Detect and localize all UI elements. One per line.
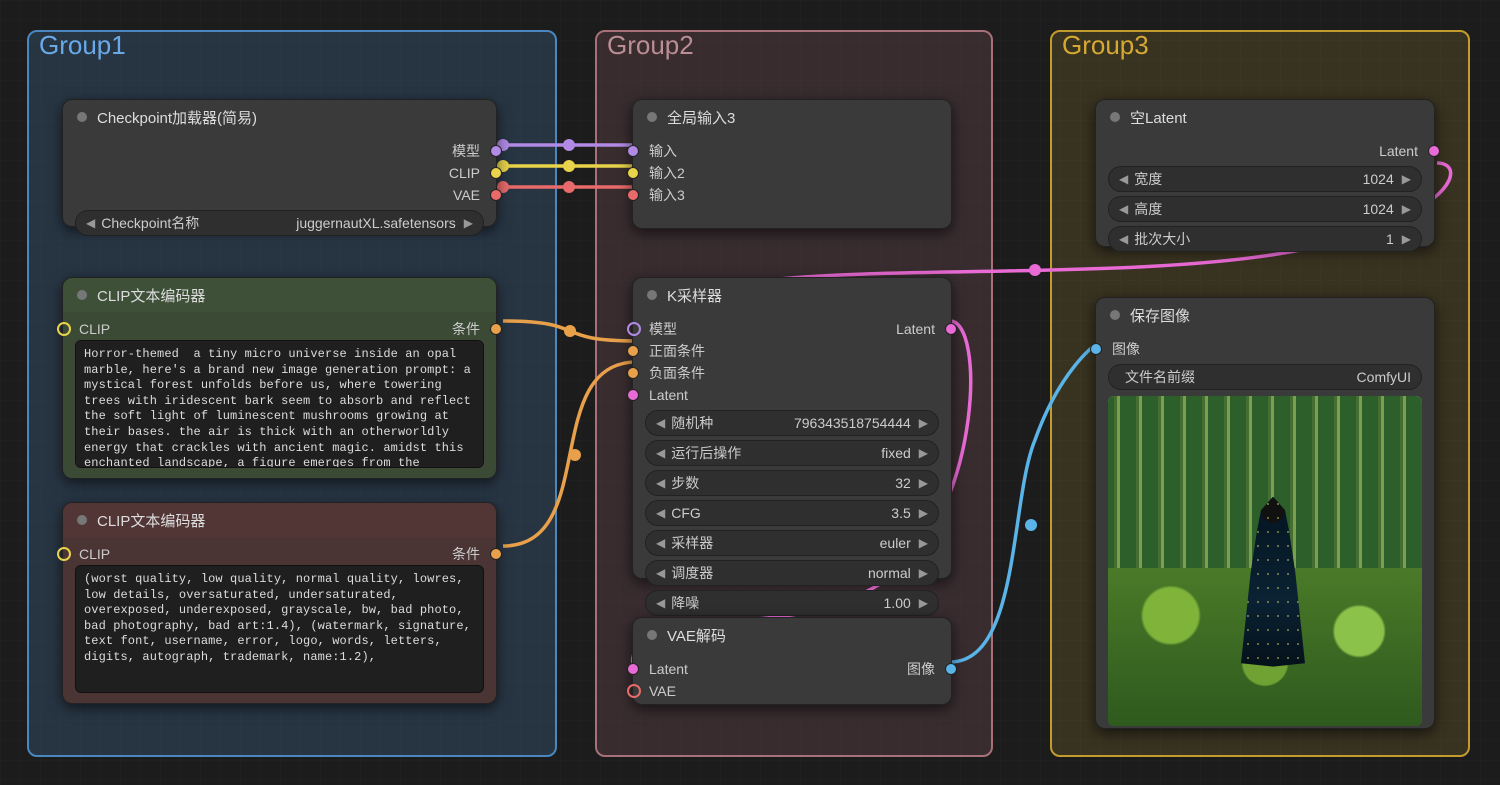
negative-prompt-textarea[interactable] [75,565,484,693]
node-header[interactable]: K采样器 [633,278,951,312]
node-header[interactable]: 全局输入3 [633,100,951,134]
input-latent[interactable]: Latent [645,658,688,680]
input-positive[interactable]: 正面条件 [645,340,939,362]
cfg-widget[interactable]: ◀CFG3.5▶ [645,500,939,526]
width-widget[interactable]: ◀宽度1024▶ [1108,166,1422,192]
output-model[interactable]: 模型 [75,140,484,162]
collapse-icon[interactable] [77,515,87,525]
input-image[interactable]: 图像 [1108,338,1422,360]
node-title: Checkpoint加载器(简易) [97,107,257,128]
input-latent[interactable]: Latent [645,384,939,406]
checkpoint-loader-node[interactable]: Checkpoint加载器(简易) 模型 CLIP VAE ◀ Checkpoi… [62,99,497,227]
output-latent[interactable]: Latent [896,318,939,340]
vae-decode-node[interactable]: VAE解码 Latent 图像 VAE [632,617,952,705]
node-graph-canvas[interactable]: Group1 Group2 Group3 Checkpoint加载器(简易 [0,0,1500,785]
node-title: CLIP文本编码器 [97,510,205,531]
node-header[interactable]: CLIP文本编码器 [63,503,496,537]
height-widget[interactable]: ◀高度1024▶ [1108,196,1422,222]
input-3[interactable]: 输入3 [645,184,939,206]
input-2[interactable]: 输入2 [645,162,939,184]
sampler-widget[interactable]: ◀采样器euler▶ [645,530,939,556]
positive-prompt-textarea[interactable] [75,340,484,468]
node-header[interactable]: Checkpoint加载器(简易) [63,100,496,134]
after-generate-widget[interactable]: ◀运行后操作fixed▶ [645,440,939,466]
denoise-widget[interactable]: ◀降噪1.00▶ [645,590,939,616]
ksampler-node[interactable]: K采样器 模型 Latent 正面条件 负面条件 [632,277,952,579]
node-header[interactable]: 保存图像 [1096,298,1434,332]
node-header[interactable]: CLIP文本编码器 [63,278,496,312]
node-header[interactable]: 空Latent [1096,100,1434,134]
clip-text-encode-positive-node[interactable]: CLIP文本编码器 CLIP 条件 [62,277,497,479]
output-latent[interactable]: Latent [1108,140,1422,162]
output-vae[interactable]: VAE [75,184,484,206]
global-input-node[interactable]: 全局输入3 输入 输入2 输入3 [632,99,952,229]
node-title: 全局输入3 [667,107,735,128]
checkpoint-name-widget[interactable]: ◀ Checkpoint名称 juggernautXL.safetensors … [75,210,484,236]
batch-widget[interactable]: ◀批次大小1▶ [1108,226,1422,252]
output-conditioning[interactable]: 条件 [452,543,484,565]
group-1-title: Group1 [39,30,126,61]
output-image[interactable]: 图像 [907,658,939,680]
collapse-icon[interactable] [1110,112,1120,122]
group-2-title: Group2 [607,30,694,61]
input-1[interactable]: 输入 [645,140,939,162]
input-vae[interactable]: VAE [645,680,939,702]
output-clip[interactable]: CLIP [75,162,484,184]
collapse-icon[interactable] [77,112,87,122]
save-image-node[interactable]: 保存图像 图像 文件名前缀ComfyUI [1095,297,1435,729]
node-title: CLIP文本编码器 [97,285,205,306]
steps-widget[interactable]: ◀步数32▶ [645,470,939,496]
image-preview[interactable] [1108,396,1422,726]
scheduler-widget[interactable]: ◀调度器normal▶ [645,560,939,586]
empty-latent-node[interactable]: 空Latent Latent ◀宽度1024▶ ◀高度1024▶ ◀批次大小1▶ [1095,99,1435,247]
group-3-title: Group3 [1062,30,1149,61]
node-title: 空Latent [1130,107,1187,128]
collapse-icon[interactable] [647,290,657,300]
collapse-icon[interactable] [647,630,657,640]
clip-text-encode-negative-node[interactable]: CLIP文本编码器 CLIP 条件 [62,502,497,704]
node-title: 保存图像 [1130,305,1190,326]
node-title: K采样器 [667,285,722,306]
collapse-icon[interactable] [77,290,87,300]
input-clip[interactable]: CLIP [75,318,110,340]
node-title: VAE解码 [667,625,726,646]
seed-widget[interactable]: ◀随机种796343518754444▶ [645,410,939,436]
node-header[interactable]: VAE解码 [633,618,951,652]
output-conditioning[interactable]: 条件 [452,318,484,340]
collapse-icon[interactable] [1110,310,1120,320]
filename-prefix-widget[interactable]: 文件名前缀ComfyUI [1108,364,1422,390]
input-model[interactable]: 模型 [645,318,677,340]
input-negative[interactable]: 负面条件 [645,362,939,384]
collapse-icon[interactable] [647,112,657,122]
input-clip[interactable]: CLIP [75,543,110,565]
